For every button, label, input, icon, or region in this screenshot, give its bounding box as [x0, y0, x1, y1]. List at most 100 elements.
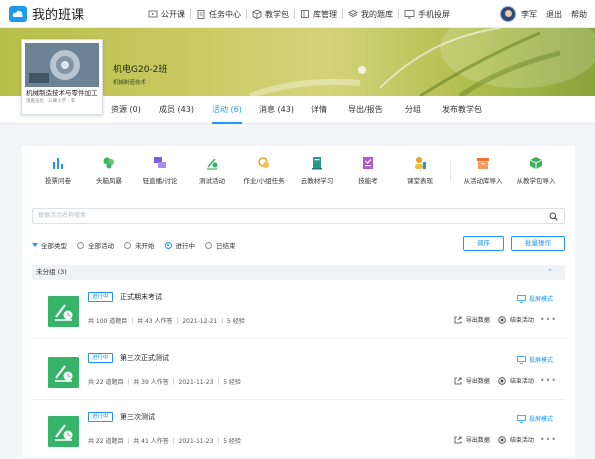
app-title: 我的班课	[32, 8, 85, 23]
tab-export-report[interactable]: 导出/报告	[348, 96, 383, 124]
test-activity-icon	[48, 296, 79, 327]
avatar[interactable]	[500, 6, 516, 22]
filter-radio-in-progress[interactable]: 进行中	[164, 240, 195, 250]
type-filter-label: 全部类型	[41, 242, 67, 250]
archive-icon	[477, 158, 489, 169]
brainstorm-icon	[103, 157, 114, 169]
clipboard-icon	[197, 10, 205, 19]
activity-actions: 导出数据 结束活动 •••	[454, 315, 557, 324]
tab-publish-package[interactable]: 发布教学包	[442, 96, 482, 124]
end-activity-label: 结束活动	[509, 437, 534, 444]
activity-panel: 投票问卷 头脑风暴 轻直播/讨论 测试活动 作业/小组任务 云教材学习 技能考	[22, 146, 575, 457]
course-title: 机械制造技术与零件加工	[26, 89, 98, 97]
projection-mode-button[interactable]: 投屏模式	[517, 355, 553, 364]
search-placeholder: 根据活动名称搜索	[38, 212, 87, 219]
filter-radio-all[interactable]: 全部活动	[77, 240, 114, 250]
more-options-icon[interactable]: •••	[540, 435, 557, 444]
sort-button[interactable]: 调序	[463, 236, 504, 251]
activity-search-input[interactable]: 根据活动名称搜索	[32, 208, 565, 224]
logout-link[interactable]: 退出	[546, 9, 562, 20]
test-activity-icon	[48, 357, 79, 388]
tool-homework-group-task[interactable]: 作业/小组任务	[234, 156, 294, 185]
batch-operation-button[interactable]: 批量操作	[511, 236, 565, 251]
activity-item[interactable]: 进行中 第三次正式测试 共 22 道题目 ｜ 共 39 人作答 ｜ 2021-1…	[32, 350, 565, 400]
tab-groups[interactable]: 分组	[405, 96, 421, 124]
radio-icon	[205, 241, 212, 249]
radio-icon	[77, 241, 84, 249]
tool-label: 测试活动	[199, 177, 225, 185]
nav-question-bank[interactable]: 我的题库	[343, 9, 398, 20]
export-icon	[454, 377, 462, 384]
activity-toolbar: 投票问卷 头脑风暴 轻直播/讨论 测试活动 作业/小组任务 云教材学习 技能考	[22, 146, 575, 192]
user-name[interactable]: 李军	[521, 9, 537, 20]
tool-import-from-package[interactable]: 从教学包导入	[506, 156, 566, 185]
nav-task-center[interactable]: 任务中心	[191, 9, 246, 20]
activity-title[interactable]: 正式期末考试	[120, 292, 162, 302]
filter-radio-not-started[interactable]: 未开始	[124, 240, 155, 250]
more-options-icon[interactable]: •••	[540, 376, 557, 385]
tab-messages[interactable]: 消息 (43)	[259, 96, 294, 124]
group-label: 未分组 (3)	[36, 268, 67, 276]
dropdown-triangle-icon	[32, 243, 38, 247]
library-icon	[301, 10, 309, 18]
projection-mode-button[interactable]: 投屏模式	[517, 414, 553, 423]
tab-resources[interactable]: 资源 (0)	[111, 96, 141, 124]
activity-item[interactable]: 进行中 第三次测试 共 22 道题目 ｜ 共 41 人作答 ｜ 2021-11-…	[32, 409, 565, 459]
status-badge: 进行中	[88, 292, 113, 302]
export-data-button[interactable]: 导出数据	[454, 435, 490, 444]
tool-import-from-library[interactable]: 从活动库导入	[453, 156, 513, 185]
radio-label: 未开始	[135, 242, 155, 250]
course-card[interactable]: 机械制造技术与零件加工 温嘉丛伦 · 三峰小学 · 李	[21, 39, 103, 115]
app-logo[interactable]: 我的班课	[9, 4, 84, 23]
chevron-up-icon[interactable]: ⌃	[547, 265, 553, 280]
export-data-label: 导出数据	[465, 317, 490, 324]
activity-item[interactable]: 进行中 正式期末考试 共 100 道题目 ｜ 共 43 人作答 ｜ 2021-1…	[32, 289, 565, 339]
tool-class-performance[interactable]: 课堂表现	[390, 156, 450, 185]
nav-library-management[interactable]: 库管理	[295, 9, 342, 20]
projection-mode-label: 投屏模式	[528, 296, 553, 303]
projection-mode-button[interactable]: 投屏模式	[517, 294, 553, 303]
tool-test-activity[interactable]: 测试活动	[182, 156, 242, 185]
help-link[interactable]: 帮助	[571, 9, 587, 20]
tool-skill-exam[interactable]: 技能考	[338, 156, 398, 185]
group-header-ungrouped[interactable]: 未分组 (3) ⌃	[32, 265, 565, 280]
machine-part-icon	[25, 43, 99, 87]
nav-label: 任务中心	[209, 9, 241, 19]
tab-members[interactable]: 成员 (43)	[159, 96, 194, 124]
stop-circle-icon	[498, 376, 506, 385]
end-activity-button[interactable]: 结束活动	[498, 376, 534, 385]
search-icon[interactable]	[549, 212, 558, 221]
type-filter-dropdown[interactable]: 全部类型	[32, 240, 67, 250]
tool-label: 技能考	[358, 177, 378, 185]
filter-radio-ended[interactable]: 已结束	[205, 240, 236, 250]
export-icon	[454, 436, 462, 443]
more-options-icon[interactable]: •••	[540, 315, 557, 324]
projector-icon	[517, 355, 526, 364]
activity-actions: 导出数据 结束活动 •••	[454, 376, 557, 385]
projection-mode-label: 投屏模式	[528, 357, 553, 364]
class-name: 机电G20-2班	[113, 65, 168, 75]
user-area: 李军 退出 帮助	[500, 0, 587, 28]
tool-live-discussion[interactable]: 轻直播/讨论	[130, 156, 190, 185]
tab-activities[interactable]: 活动 (6)	[212, 96, 242, 124]
end-activity-button[interactable]: 结束活动	[498, 315, 534, 324]
export-data-button[interactable]: 导出数据	[454, 376, 490, 385]
course-cover-image	[25, 43, 99, 87]
end-activity-button[interactable]: 结束活动	[498, 435, 534, 444]
nav-phone-projection[interactable]: 手机投屏	[399, 9, 455, 20]
tab-details[interactable]: 详情	[311, 96, 327, 124]
chat-icon	[154, 157, 166, 168]
export-data-button[interactable]: 导出数据	[454, 315, 490, 324]
nav-label: 手机投屏	[418, 9, 450, 19]
test-pen-icon	[207, 158, 218, 170]
nav-teaching-package[interactable]: 教学包	[247, 9, 294, 20]
activity-title[interactable]: 第三次测试	[120, 412, 155, 422]
homework-icon	[258, 157, 269, 168]
toolbar-divider	[450, 160, 451, 182]
radio-checked-icon	[164, 241, 172, 249]
nav-open-class[interactable]: 公开课	[143, 9, 190, 20]
package-import-icon	[529, 157, 543, 169]
activity-title[interactable]: 第三次正式测试	[120, 353, 169, 363]
activity-filters: 全部类型 全部活动 未开始 进行中 已结束	[32, 239, 246, 251]
screen-icon	[148, 10, 158, 17]
